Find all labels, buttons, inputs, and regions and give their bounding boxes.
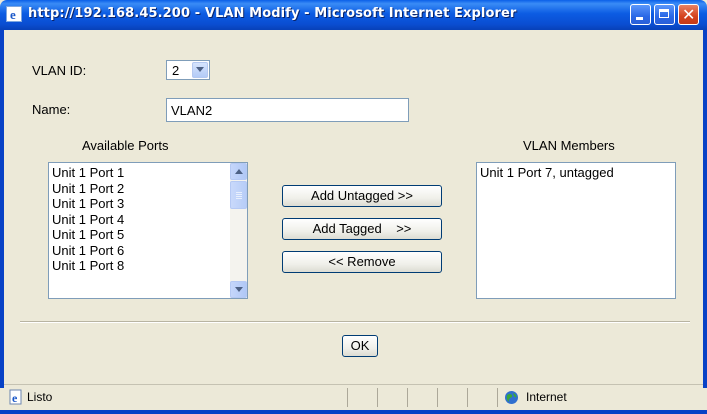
add-tagged-button[interactable]: Add Tagged >> [282, 218, 442, 240]
vlan-modify-form: VLAN ID: 2 Name: Available Ports VLAN Me… [4, 30, 703, 380]
available-ports-list[interactable]: Unit 1 Port 1 Unit 1 Port 2 Unit 1 Port … [48, 162, 248, 299]
vlan-id-label: VLAN ID: [32, 63, 87, 78]
ok-button[interactable]: OK [342, 335, 378, 357]
status-cell [347, 388, 377, 407]
vlan-members-label: VLAN Members [523, 138, 615, 153]
maximize-icon [659, 9, 669, 18]
available-ports-label: Available Ports [82, 138, 169, 153]
status-cell [407, 388, 437, 407]
minimize-icon [636, 17, 643, 20]
window-frame-right [703, 30, 707, 388]
name-label: Name: [32, 102, 71, 117]
vlan-members-list[interactable]: Unit 1 Port 7, untagged [476, 162, 676, 299]
scroll-down-button[interactable] [230, 281, 247, 298]
status-cell [467, 388, 497, 407]
svg-text:e: e [12, 391, 18, 405]
scroll-up-button[interactable] [230, 163, 247, 180]
remove-button[interactable]: << Remove [282, 251, 442, 273]
ie-window: e http://192.168.45.200 - VLAN Modify - … [0, 0, 707, 414]
status-cell [377, 388, 407, 407]
vertical-scrollbar[interactable] [230, 163, 247, 298]
title-bar[interactable]: e http://192.168.45.200 - VLAN Modify - … [0, 0, 707, 30]
close-button[interactable]: ✕ [678, 4, 699, 25]
list-item[interactable]: Unit 1 Port 7, untagged [477, 165, 614, 181]
minimize-button[interactable] [630, 4, 651, 25]
window-frame-bottom [0, 410, 707, 414]
list-item[interactable]: Unit 1 Port 3 [49, 196, 124, 212]
globe-icon [505, 391, 518, 404]
list-item[interactable]: Unit 1 Port 5 [49, 227, 124, 243]
add-untagged-button[interactable]: Add Untagged >> [282, 185, 442, 207]
dropdown-button[interactable] [192, 62, 208, 78]
arrow-down-icon [235, 287, 243, 292]
list-item[interactable]: Unit 1 Port 8 [49, 258, 124, 274]
status-text: Listo [27, 390, 53, 404]
ie-page-icon: e [6, 6, 22, 22]
close-icon: ✕ [682, 5, 696, 24]
maximize-button[interactable] [654, 4, 675, 25]
status-bar: e Listo Internet [4, 384, 703, 410]
list-item[interactable]: Unit 1 Port 6 [49, 243, 124, 259]
chevron-down-icon [196, 67, 204, 72]
vlan-id-select[interactable]: 2 [166, 60, 210, 80]
vlan-id-value: 2 [172, 63, 180, 78]
window-title: http://192.168.45.200 - VLAN Modify - Mi… [28, 6, 517, 21]
zone-text: Internet [526, 390, 567, 404]
list-item[interactable]: Unit 1 Port 2 [49, 181, 124, 197]
list-item[interactable]: Unit 1 Port 1 [49, 165, 124, 181]
name-input[interactable] [166, 98, 409, 122]
arrow-up-icon [235, 169, 243, 174]
status-cell [437, 388, 467, 407]
scroll-thumb[interactable] [230, 181, 247, 209]
divider [20, 321, 690, 323]
list-item[interactable]: Unit 1 Port 4 [49, 212, 124, 228]
ie-page-icon: e [9, 389, 22, 405]
